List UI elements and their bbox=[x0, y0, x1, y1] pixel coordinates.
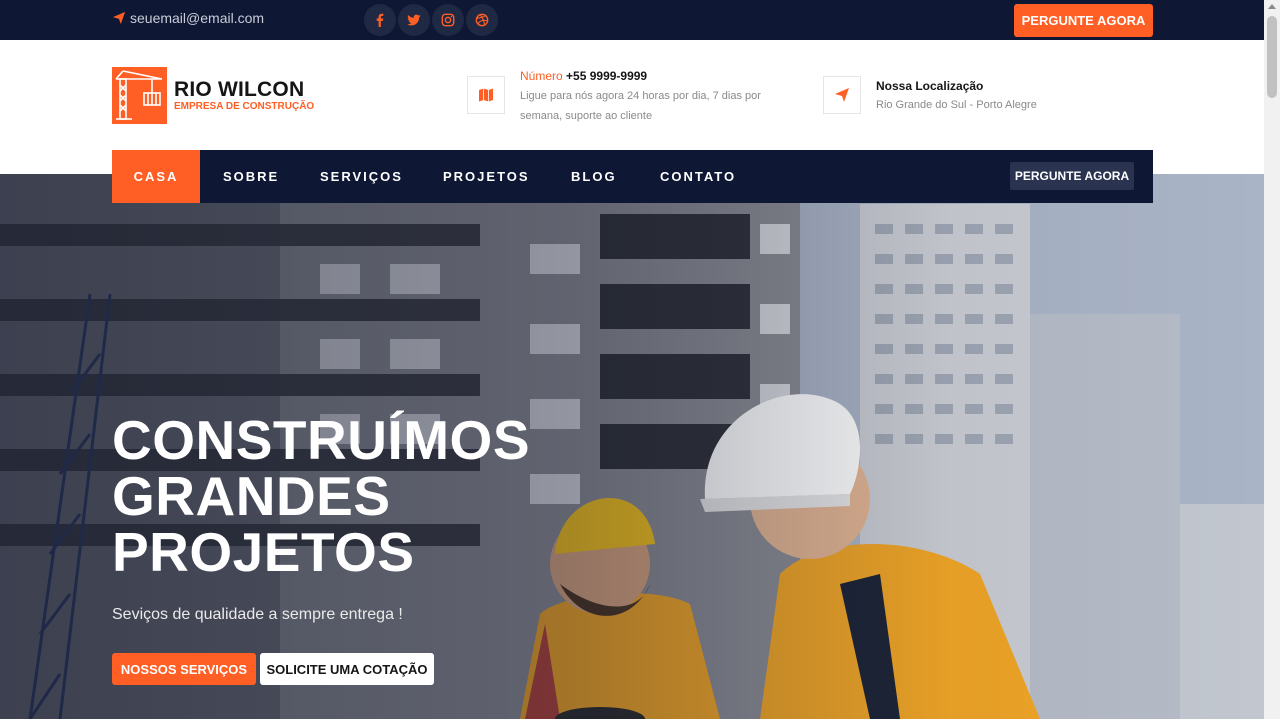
brand-tagline: EMPRESA DE CONSTRUÇÃO bbox=[174, 101, 315, 112]
nav-item-servicos[interactable]: SERVIÇOS bbox=[320, 150, 403, 203]
main-nav: CASA SOBRE SERVIÇOS PROJETOS BLOG CONTAT… bbox=[112, 150, 1153, 203]
our-services-button[interactable]: NOSSOS SERVIÇOS bbox=[112, 653, 256, 685]
page-scrollbar[interactable] bbox=[1264, 0, 1280, 719]
nav-ask-now-button[interactable]: PERGUNTE AGORA bbox=[1010, 162, 1134, 190]
hero-subtitle: Seviços de qualidade a sempre entrega ! bbox=[112, 606, 403, 623]
top-bar: seuemail@email.com PERGUNTE AGORA bbox=[0, 0, 1264, 40]
map-icon bbox=[467, 76, 505, 114]
phone-description: Ligue para nós agora 24 horas por dia, 7… bbox=[520, 90, 761, 122]
hero-title-line: CONSTRUÍMOS bbox=[112, 409, 530, 471]
brand-name[interactable]: RIO WILCON bbox=[174, 78, 304, 102]
phone-label: Número bbox=[520, 69, 563, 83]
phone-number[interactable]: +55 9999-9999 bbox=[566, 69, 647, 83]
paper-plane-icon bbox=[112, 11, 126, 25]
nav-item-blog[interactable]: BLOG bbox=[571, 150, 617, 203]
nav-item-sobre[interactable]: SOBRE bbox=[223, 150, 279, 203]
scrollbar-thumb[interactable] bbox=[1267, 16, 1277, 98]
facebook-icon[interactable] bbox=[364, 4, 396, 36]
email-link[interactable]: seuemail@email.com bbox=[112, 10, 264, 26]
hero-banner: CONSTRUÍMOS GRANDES PROJETOS Seviços de … bbox=[0, 174, 1264, 719]
location-text: Rio Grande do Sul - Porto Alegre bbox=[876, 99, 1037, 111]
scroll-up-arrow-icon[interactable] bbox=[1268, 4, 1276, 9]
hero-title-line: GRANDES bbox=[112, 465, 391, 527]
instagram-icon[interactable] bbox=[432, 4, 464, 36]
request-quote-button[interactable]: SOLICITE UMA COTAÇÃO bbox=[260, 653, 434, 685]
nav-item-contato[interactable]: CONTATO bbox=[660, 150, 736, 203]
ask-now-button[interactable]: PERGUNTE AGORA bbox=[1014, 4, 1153, 37]
location-arrow-icon bbox=[823, 76, 861, 114]
dribbble-icon[interactable] bbox=[466, 4, 498, 36]
nav-item-casa[interactable]: CASA bbox=[112, 150, 200, 203]
twitter-icon[interactable] bbox=[398, 4, 430, 36]
hero-title: CONSTRUÍMOS GRANDES PROJETOS bbox=[112, 412, 530, 580]
phone-title: Número +55 9999-9999 bbox=[520, 69, 647, 83]
email-text: seuemail@email.com bbox=[130, 10, 265, 26]
crane-logo-icon[interactable] bbox=[112, 67, 167, 124]
nav-item-projetos[interactable]: PROJETOS bbox=[443, 150, 530, 203]
location-title: Nossa Localização bbox=[876, 79, 984, 93]
social-links bbox=[364, 4, 498, 36]
hero-title-line: PROJETOS bbox=[112, 521, 415, 583]
